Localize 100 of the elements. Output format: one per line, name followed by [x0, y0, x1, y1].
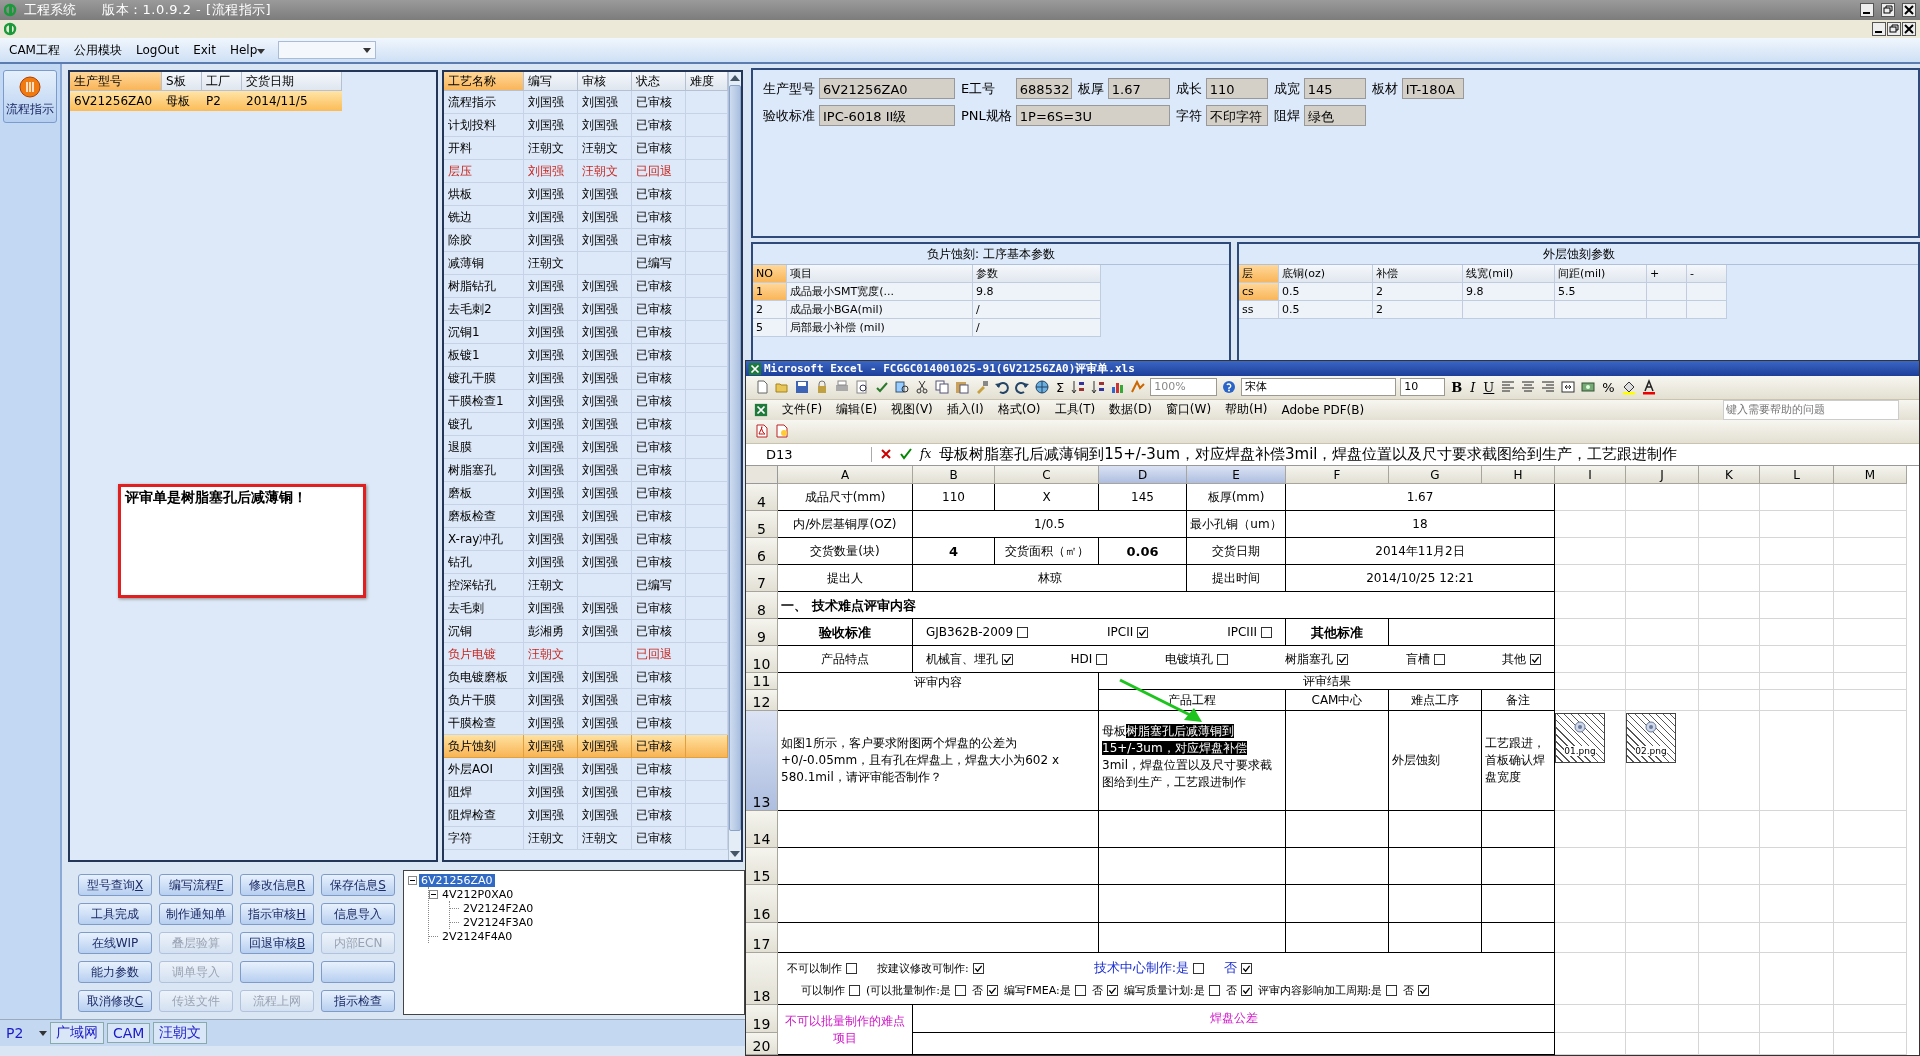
table-row[interactable]: 退膜 刘国强 刘国强 已审核 — [444, 436, 728, 459]
checkbox[interactable] — [1106, 985, 1118, 996]
column-header[interactable]: 状态 — [632, 72, 686, 91]
table-row[interactable]: 负片电镀 汪朝文 已回退 — [444, 643, 728, 666]
pdf-icon[interactable] — [754, 423, 770, 440]
row-header[interactable]: 10 — [746, 646, 778, 673]
table-row[interactable]: 5 局部最小补偿 (mil) / — [753, 319, 1229, 337]
cancel-icon[interactable] — [880, 448, 892, 461]
tree-item[interactable]: 2V2124F2A0 — [461, 901, 536, 915]
column-header[interactable]: 工厂 — [202, 72, 242, 91]
restore-icon[interactable] — [1887, 22, 1901, 36]
column-header[interactable]: NO — [753, 265, 787, 283]
column-header[interactable]: G — [1389, 466, 1482, 484]
menu-item[interactable]: 帮助(H) — [1225, 401, 1268, 419]
checkbox[interactable] — [1074, 985, 1086, 996]
font-field[interactable]: 宋体 — [1241, 378, 1397, 397]
table-row[interactable]: 负片干膜 刘国强 刘国强 已审核 — [444, 689, 728, 712]
checkbox[interactable] — [1337, 653, 1349, 665]
column-header[interactable]: 工艺名称 — [444, 72, 524, 91]
table-row[interactable]: 钻孔 刘国强 刘国强 已审核 — [444, 551, 728, 574]
table-row[interactable]: 外层AOI 刘国强 刘国强 已审核 — [444, 758, 728, 781]
menu-item[interactable]: Adobe PDF(B) — [1281, 402, 1365, 417]
column-header[interactable]: B — [913, 466, 995, 484]
column-header[interactable]: 层 — [1239, 265, 1279, 283]
action-button[interactable]: 指示检查 — [321, 990, 395, 1012]
table-row[interactable]: 板镀1 刘国强 刘国强 已审核 — [444, 344, 728, 367]
column-header[interactable]: 间距(mil) — [1555, 265, 1647, 283]
column-header[interactable]: 审核 — [578, 72, 632, 91]
table-row[interactable]: X-ray冲孔 刘国强 刘国强 已审核 — [444, 528, 728, 551]
column-header[interactable]: D — [1099, 466, 1187, 484]
checkbox[interactable] — [846, 962, 857, 974]
column-header[interactable]: A — [778, 466, 913, 484]
image-placeholder[interactable]: 02.png — [1626, 713, 1676, 763]
menu-item[interactable]: CAM工程 — [4, 41, 65, 59]
checkbox[interactable] — [1386, 985, 1398, 996]
row-header[interactable]: 13 — [746, 711, 778, 811]
row-header[interactable]: 11 — [746, 673, 778, 690]
checkbox[interactable] — [1240, 985, 1252, 996]
table-row[interactable]: 字符 汪朝文 汪朝文 已审核 — [444, 827, 728, 850]
column-header[interactable]: 生产型号 — [70, 72, 162, 91]
row-header[interactable]: 9 — [746, 619, 778, 646]
table-row[interactable]: 铣边 刘国强 刘国强 已审核 — [444, 206, 728, 229]
action-button[interactable]: 型号查询X — [78, 874, 152, 896]
globe-icon[interactable] — [1034, 379, 1050, 396]
menu-item[interactable]: 编辑(E) — [836, 401, 878, 419]
close-icon[interactable] — [1902, 22, 1916, 36]
cut-icon[interactable] — [914, 379, 930, 396]
collapse-icon[interactable] — [408, 875, 417, 885]
sort-descending-icon[interactable] — [1090, 379, 1107, 396]
table-row[interactable]: ss 0.5 2 — [1239, 301, 1918, 319]
action-button[interactable]: 修改信息R — [240, 874, 314, 896]
checkbox[interactable] — [955, 985, 966, 996]
checkbox[interactable] — [1241, 962, 1253, 974]
scroll-down-icon[interactable] — [730, 851, 740, 857]
menu-item[interactable]: 公用模块 — [68, 41, 127, 59]
table-row[interactable]: 2 成品最小BGA(mil) / — [753, 301, 1229, 319]
table-row[interactable]: 开料 汪朝文 汪朝文 已审核 — [444, 137, 728, 160]
table-row[interactable]: 控深钻孔 汪朝文 已编写 — [444, 574, 728, 597]
scrollbar[interactable] — [728, 72, 741, 860]
column-header[interactable]: J — [1626, 466, 1699, 484]
table-row[interactable]: 除胶 刘国强 刘国强 已审核 — [444, 229, 728, 252]
row-header[interactable]: 7 — [746, 565, 778, 592]
new-document-icon[interactable] — [754, 379, 770, 396]
table-row[interactable]: 6V21256ZA0 母板 P2 2014/11/5 — [70, 91, 342, 111]
autosum-button[interactable]: Σ — [1054, 379, 1067, 395]
row-header[interactable]: 17 — [746, 923, 778, 953]
table-row[interactable]: 磨板检查 刘国强 刘国强 已审核 — [444, 505, 728, 528]
table-row[interactable]: 去毛刺 刘国强 刘国强 已审核 — [444, 597, 728, 620]
column-header[interactable]: 底铜(oz) — [1279, 265, 1373, 283]
menu-item[interactable]: 格式(O) — [997, 401, 1041, 419]
menu-item[interactable]: 视图(V) — [891, 401, 933, 419]
action-button[interactable]: 工具完成 — [78, 903, 152, 925]
sort-ascending-icon[interactable] — [1070, 379, 1087, 396]
row-header[interactable]: 4 — [746, 484, 778, 511]
table-row[interactable]: 去毛刺2 刘国强 刘国强 已审核 — [444, 298, 728, 321]
italic-button[interactable]: I — [1468, 379, 1478, 395]
minimize-icon[interactable] — [1860, 3, 1874, 17]
column-header[interactable]: 难度 — [686, 72, 728, 91]
help-icon[interactable] — [1221, 379, 1238, 396]
column-header[interactable]: 交货日期 — [242, 72, 342, 91]
tree-item[interactable]: 2V2124F4A0 — [440, 929, 515, 943]
checkbox[interactable] — [1530, 653, 1541, 665]
column-header[interactable]: K — [1699, 466, 1760, 484]
tree-item[interactable]: 6V21256ZA0 — [419, 873, 495, 887]
checkbox[interactable] — [1002, 653, 1013, 665]
column-header[interactable]: 编写 — [524, 72, 578, 91]
plant-dropdown[interactable]: P2 — [6, 1025, 36, 1041]
table-row[interactable]: 镀孔 刘国强 刘国强 已审核 — [444, 413, 728, 436]
checkbox[interactable] — [1433, 653, 1445, 665]
table-row[interactable]: 树脂塞孔 刘国强 刘国强 已审核 — [444, 459, 728, 482]
collapse-icon[interactable] — [429, 889, 438, 899]
row-header[interactable]: 8 — [746, 592, 778, 619]
name-box[interactable]: D13 — [746, 446, 872, 462]
action-button[interactable]: 取消修改C — [78, 990, 152, 1012]
table-row[interactable]: 计划投料 刘国强 刘国强 已审核 — [444, 114, 728, 137]
row-header[interactable]: 12 — [746, 690, 778, 711]
table-row[interactable]: 沉铜 彭湘勇 刘国强 已审核 — [444, 620, 728, 643]
table-row[interactable]: 磨板 刘国强 刘国强 已审核 — [444, 482, 728, 505]
table-row[interactable]: 烘板 刘国强 刘国强 已审核 — [444, 183, 728, 206]
restore-icon[interactable] — [1881, 3, 1895, 17]
